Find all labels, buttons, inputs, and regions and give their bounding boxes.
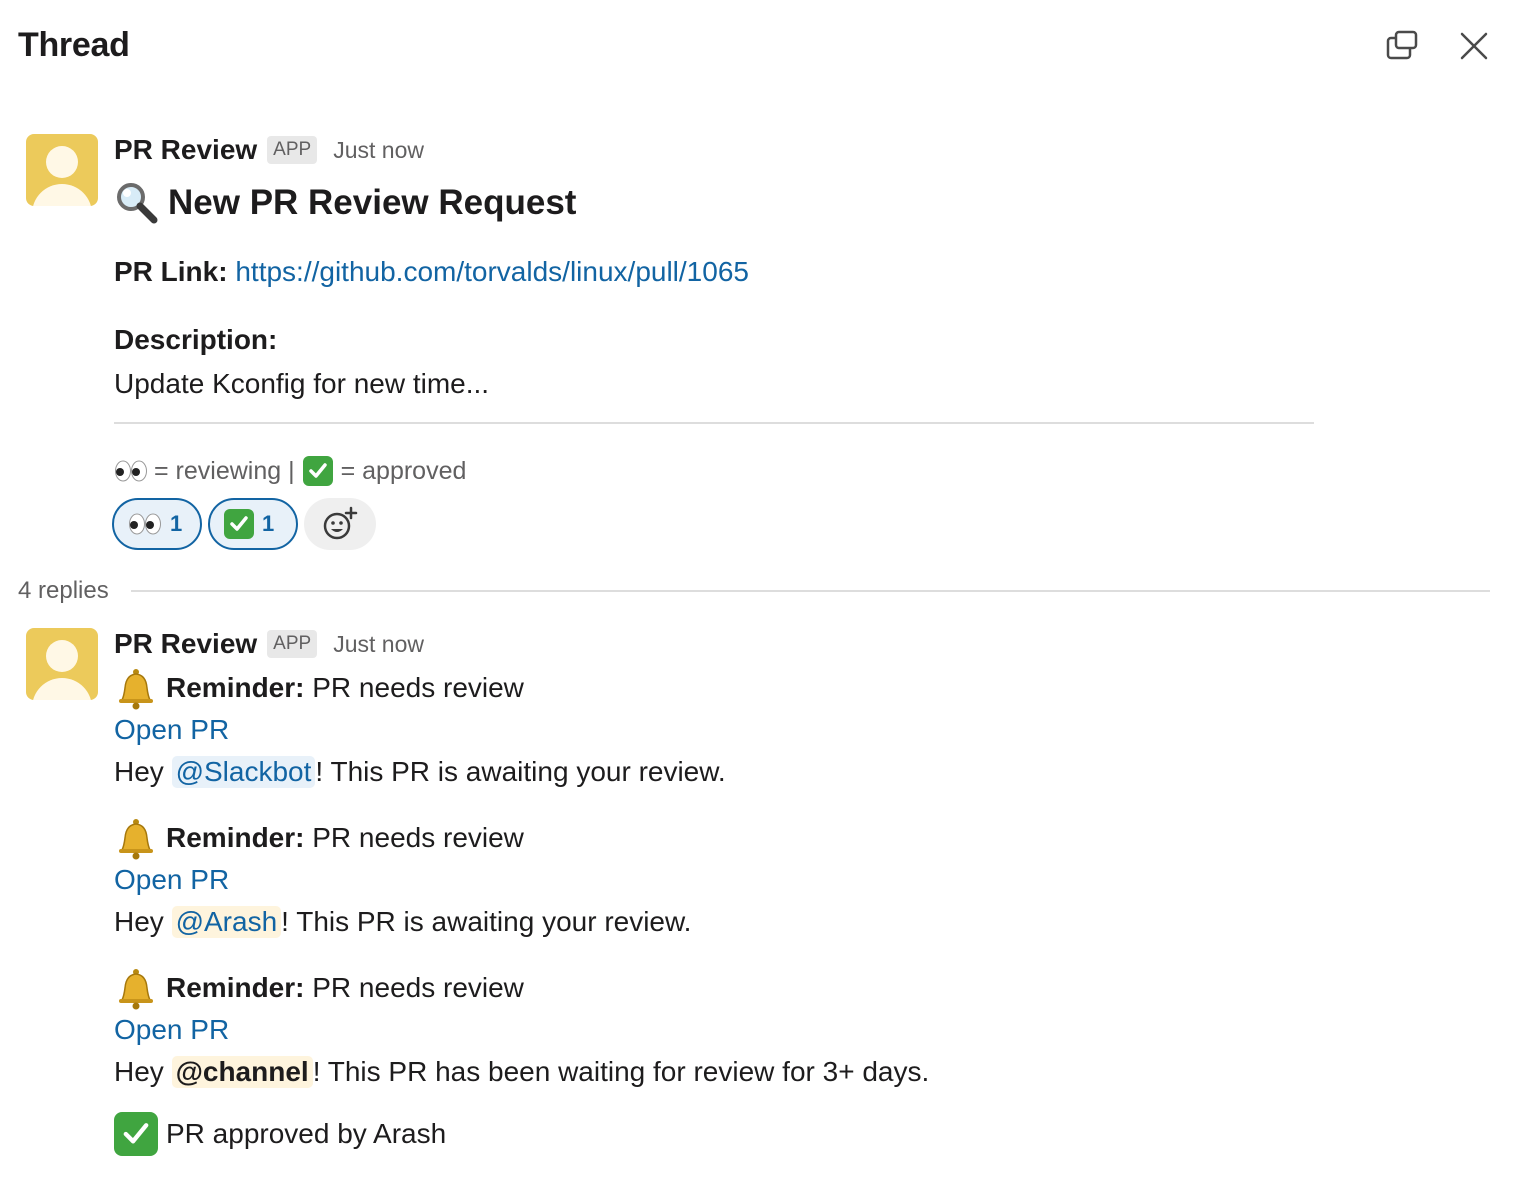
timestamp[interactable]: Just now (333, 137, 424, 164)
hey-text: Hey (114, 906, 164, 937)
title-text: New PR Review Request (168, 183, 577, 222)
mention-line: Hey @Slackbot ! This PR is awaiting your… (114, 756, 726, 788)
message-title: New PR Review Request (114, 180, 576, 226)
legend-reviewing: = reviewing | (154, 456, 295, 485)
eyes-icon (129, 513, 161, 535)
reminder-text: PR needs review (312, 822, 524, 853)
reaction-count: 1 (262, 511, 275, 536)
user-mention[interactable]: @Slackbot (171, 756, 316, 788)
reminder-line: Reminder: PR needs review (114, 816, 524, 860)
add-reaction-button[interactable] (304, 498, 376, 550)
legend-approved: = approved (340, 456, 467, 485)
magnifying-glass-icon (117, 183, 158, 224)
pr-link[interactable]: https://github.com/torvalds/linux/pull/1… (235, 256, 749, 288)
timestamp[interactable]: Just now (333, 631, 424, 658)
sender-name[interactable]: PR Review (114, 134, 257, 166)
popout-icon (1386, 30, 1418, 60)
thread-title: Thread (18, 26, 130, 64)
open-pr-link[interactable]: Open PR (114, 1014, 229, 1046)
divider (114, 422, 1314, 424)
reaction-check[interactable]: 1 (208, 498, 298, 550)
description-label: Description: (114, 324, 278, 355)
reminder-label: Reminder: (166, 672, 305, 703)
app-badge: APP (267, 136, 318, 164)
add-emoji-icon (323, 506, 358, 540)
message-header: PR Review APP Just now (114, 626, 424, 662)
reminder-text: PR needs review (312, 972, 524, 1003)
mention-line: Hey @channel ! This PR has been waiting … (114, 1056, 929, 1088)
replies-count: 4 replies (18, 577, 109, 604)
hey-text: Hey (114, 1056, 164, 1087)
reactions-bar: 1 1 (112, 498, 376, 550)
reaction-eyes[interactable]: 1 (112, 498, 202, 550)
mention-text: ! This PR has been waiting for review fo… (312, 1056, 930, 1087)
open-pr-link[interactable]: Open PR (114, 714, 229, 746)
channel-mention[interactable]: @channel (171, 1056, 313, 1088)
replies-divider: 4 replies (18, 576, 1490, 606)
bell-icon (119, 819, 153, 860)
close-button[interactable] (1452, 24, 1496, 68)
open-in-window-button[interactable] (1380, 24, 1424, 68)
avatar[interactable] (26, 628, 98, 700)
check-mark-icon (114, 1112, 158, 1156)
open-pr-link[interactable]: Open PR (114, 864, 229, 896)
divider (130, 590, 1490, 592)
eyes-icon (115, 460, 147, 482)
mention-line: Hey @Arash ! This PR is awaiting your re… (114, 906, 691, 938)
pr-link-row: PR Link: https://github.com/torvalds/lin… (114, 256, 749, 288)
app-badge: APP (267, 630, 318, 658)
approved-line: PR approved by Arash (114, 1112, 446, 1156)
close-icon (1460, 32, 1488, 60)
bell-icon (119, 669, 153, 710)
reminder-line: Reminder: PR needs review (114, 966, 524, 1010)
reminder-text: PR needs review (312, 672, 524, 703)
approved-text: PR approved by Arash (166, 1118, 447, 1149)
reaction-count: 1 (170, 511, 183, 536)
avatar[interactable] (26, 134, 98, 206)
description-text: Update Kconfig for new time... (114, 368, 490, 399)
check-mark-icon (224, 509, 254, 539)
check-mark-icon (302, 456, 333, 486)
reminder-line: Reminder: PR needs review (114, 666, 524, 710)
sender-name[interactable]: PR Review (114, 628, 257, 660)
reaction-legend: = reviewing | = approved (114, 456, 466, 486)
bell-icon (119, 969, 153, 1010)
thread-header: Thread (0, 0, 1522, 92)
mention-text: ! This PR is awaiting your review. (281, 906, 692, 937)
message-header: PR Review APP Just now (114, 132, 424, 168)
pr-link-label: PR Link: (114, 256, 228, 287)
reminder-label: Reminder: (166, 972, 305, 1003)
reminder-label: Reminder: (166, 822, 305, 853)
hey-text: Hey (114, 756, 164, 787)
mention-text: ! This PR is awaiting your review. (315, 756, 726, 787)
user-mention[interactable]: @Arash (171, 906, 282, 938)
